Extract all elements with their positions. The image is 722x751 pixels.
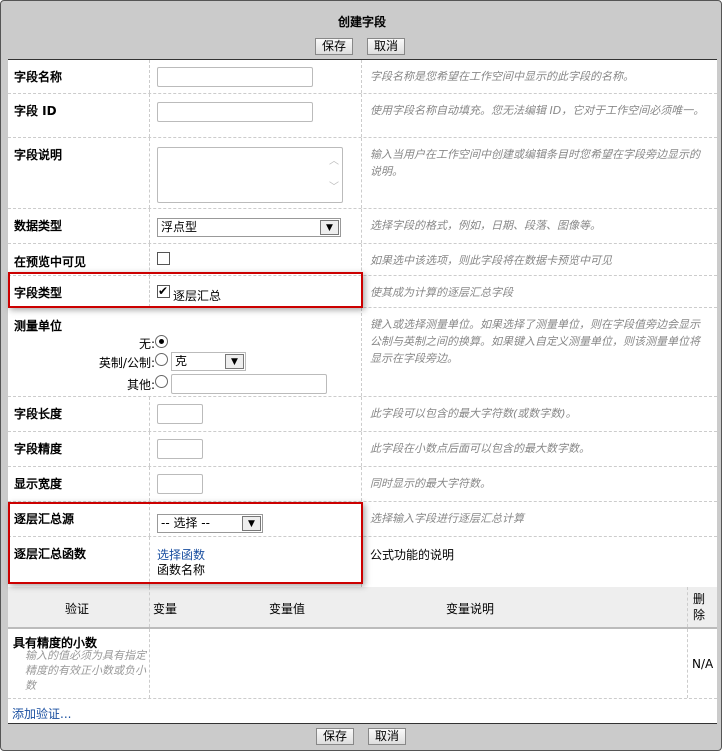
field-description-textarea[interactable]: ︿ ﹀ <box>157 147 343 203</box>
row-rollup-function: 逐层汇总函数 选择函数 函数名称 公式功能的说明 <box>8 537 717 587</box>
length-input[interactable] <box>157 404 203 424</box>
data-type-desc: 选择字段的格式，例如，日期、段落、图像等。 <box>370 219 601 232</box>
function-name: 函数名称 <box>157 563 206 577</box>
visible-in-preview-desc: 如果选中该选项，则此字段将在数据卡预览中可见 <box>370 254 612 267</box>
field-type-label: 字段类型 <box>14 286 63 300</box>
field-form: 字段名称 字段名称是您希望在工作空间中显示的此字段的名称。 字段 ID 使用字段… <box>8 59 717 724</box>
row-precision: 字段精度 此字段在小数点后面可以包含的最大数字数。 <box>8 432 717 467</box>
precision-label: 字段精度 <box>14 442 63 456</box>
length-label: 字段长度 <box>14 407 63 421</box>
rollup-function-label: 逐层汇总函数 <box>14 547 87 561</box>
header-variable: 变量 <box>153 602 178 616</box>
create-field-dialog: 创建字段 保存 取消 字段名称 字段名称是您希望在工作空间中显示的此字段的名称。… <box>0 0 722 751</box>
row-field-id: 字段 ID 使用字段名称自动填充。您无法编辑 ID，它对于工作空间必须唯一。 <box>8 94 717 138</box>
visible-in-preview-checkbox[interactable] <box>157 252 170 265</box>
unit-none-radio[interactable] <box>155 335 168 348</box>
unit-other-radio[interactable] <box>155 375 168 388</box>
field-id-label: 字段 ID <box>14 104 57 118</box>
precision-desc: 此字段在小数点后面可以包含的最大数字数。 <box>370 442 590 455</box>
row-visible-in-preview: 在预览中可见 如果选中该选项，则此字段将在数据卡预览中可见 <box>8 244 717 276</box>
rollup-source-value: -- 选择 -- <box>161 516 210 530</box>
field-id-input[interactable] <box>157 102 313 122</box>
rollup-checkbox-label: 逐层汇总 <box>173 289 222 303</box>
row-field-name: 字段名称 字段名称是您希望在工作空间中显示的此字段的名称。 <box>8 60 717 94</box>
data-type-label: 数据类型 <box>14 219 63 233</box>
header-variable-desc: 变量说明 <box>446 602 495 616</box>
rollup-source-desc: 选择输入字段进行逐层汇总计算 <box>370 512 524 525</box>
field-description-label: 字段说明 <box>14 148 63 162</box>
add-validation-link[interactable]: 添加验证... <box>12 705 71 722</box>
unit-other-label: 其他: <box>126 378 155 392</box>
data-type-select[interactable]: 浮点型 ▼ <box>157 218 341 237</box>
validation-delete: N/A <box>692 657 714 671</box>
chevron-down-icon: ▼ <box>242 516 261 531</box>
unit-desc: 键入或选择测量单位。如果选择了测量单位，则在字段值旁边会显示公制与英制之间的换算… <box>370 318 700 365</box>
unit-other-input[interactable] <box>171 374 327 394</box>
dialog-title: 创建字段 <box>337 15 386 29</box>
unit-metric-label: 英制/公制: <box>98 356 155 370</box>
data-type-value: 浮点型 <box>161 220 198 234</box>
scroll-up-icon[interactable]: ︿ <box>329 152 339 167</box>
rollup-source-label: 逐层汇总源 <box>14 512 75 526</box>
validation-row: 具有精度的小数 输入的值必须为具有指定精度的有效正小数或负小数 N/A <box>8 629 717 699</box>
unit-metric-radio[interactable] <box>155 353 168 366</box>
chevron-down-icon: ▼ <box>225 354 244 369</box>
display-width-input[interactable] <box>157 474 203 494</box>
visible-in-preview-label: 在预览中可见 <box>14 255 87 269</box>
length-desc: 此字段可以包含的最大字符数(或数字数)。 <box>370 407 577 420</box>
precision-input[interactable] <box>157 439 203 459</box>
field-name-label: 字段名称 <box>14 70 63 84</box>
unit-label: 测量单位 <box>14 319 63 333</box>
row-field-description: 字段说明 ︿ ﹀ 输入当用户在工作空间中创建或编辑条目时您希望在字段旁边显示的说… <box>8 138 717 209</box>
row-unit: 测量单位 无: 英制/公制: 克 ▼ 其他: 键入或选择测量单位。如果选择了测量单… <box>8 308 717 397</box>
validation-header: 验证 变量 变量值 变量说明 删除 <box>8 587 717 629</box>
field-name-desc: 字段名称是您希望在工作空间中显示的此字段的名称。 <box>370 70 634 83</box>
rollup-function-desc: 公式功能的说明 <box>370 548 455 562</box>
header-variable-value: 变量值 <box>269 602 306 616</box>
validation-desc: 输入的值必须为具有指定精度的有效正小数或负小数 <box>25 649 146 692</box>
row-field-type: 字段类型 ✔ 逐层汇总 使其成为计算的逐层汇总字段 <box>8 276 717 308</box>
header-validation: 验证 <box>65 602 90 616</box>
cancel-button-bottom[interactable]: 取消 <box>368 728 407 745</box>
chevron-down-icon: ▼ <box>320 220 339 235</box>
row-data-type: 数据类型 浮点型 ▼ 选择字段的格式，例如，日期、段落、图像等。 <box>8 209 717 244</box>
save-button-bottom[interactable]: 保存 <box>316 728 355 745</box>
field-id-desc: 使用字段名称自动填充。您无法编辑 ID，它对于工作空间必须唯一。 <box>370 104 705 117</box>
cancel-button-top[interactable]: 取消 <box>367 38 406 55</box>
field-name-input[interactable] <box>157 67 313 87</box>
display-width-label: 显示宽度 <box>14 477 63 491</box>
row-display-width: 显示宽度 同时显示的最大字符数。 <box>8 467 717 502</box>
unit-metric-select[interactable]: 克 ▼ <box>171 352 246 371</box>
save-button-top[interactable]: 保存 <box>315 38 354 55</box>
rollup-source-select[interactable]: -- 选择 -- ▼ <box>157 514 263 533</box>
scroll-down-icon[interactable]: ﹀ <box>329 178 339 193</box>
row-rollup-source: 逐层汇总源 -- 选择 -- ▼ 选择输入字段进行逐层汇总计算 <box>8 502 717 537</box>
header-delete: 删除 <box>693 592 706 622</box>
unit-metric-value: 克 <box>175 354 188 368</box>
rollup-checkbox[interactable]: ✔ <box>157 285 170 298</box>
field-description-desc: 输入当用户在工作空间中创建或编辑条目时您希望在字段旁边显示的说明。 <box>370 148 700 178</box>
row-length: 字段长度 此字段可以包含的最大字符数(或数字数)。 <box>8 397 717 432</box>
display-width-desc: 同时显示的最大字符数。 <box>370 477 491 490</box>
unit-none-label: 无: <box>138 337 155 351</box>
field-type-desc: 使其成为计算的逐层汇总字段 <box>370 286 513 299</box>
